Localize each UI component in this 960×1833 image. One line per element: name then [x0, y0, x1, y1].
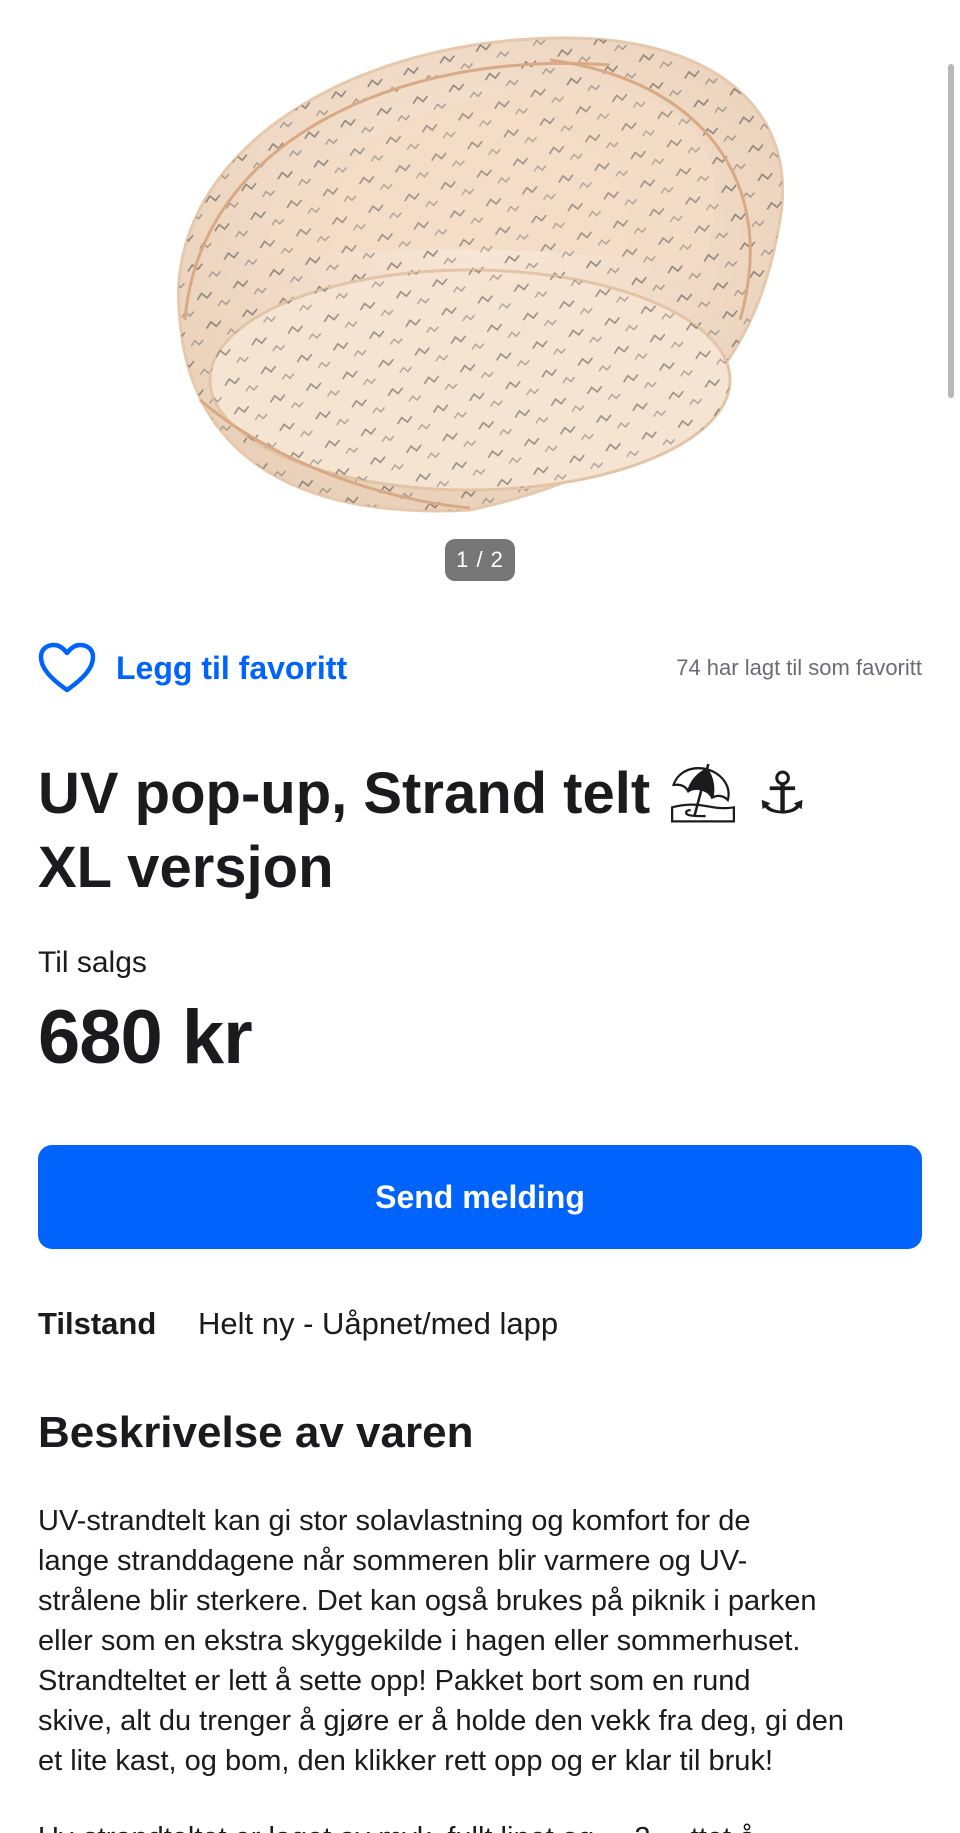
description-line: UV-strandtelt kan gi stor solavlastning …: [38, 1505, 751, 1537]
sale-type-label: Til salgs: [38, 946, 147, 979]
description-line: Strandteltet er lett å sette opp! Pakket…: [38, 1665, 751, 1697]
listing-title: UV pop-up, Strand telt ⛱ ⚓ XL versjon: [38, 756, 898, 905]
listing-title-text: UV pop-up, Strand telt: [38, 761, 651, 826]
condition-label: Tilstand: [38, 1306, 157, 1341]
favorite-row: Legg til favoritt 74 har lagt til som fa…: [38, 638, 922, 698]
image-gallery[interactable]: 1 / 2: [0, 0, 960, 600]
add-favorite-label: Legg til favoritt: [116, 649, 348, 686]
description-line: strålene blir sterkere. Det kan også bru…: [38, 1585, 817, 1617]
scrollbar[interactable]: [948, 64, 954, 398]
condition-row: Tilstand Helt ny - Uåpnet/med lapp: [38, 1306, 558, 1342]
anchor-icon: ⚓: [756, 759, 809, 827]
send-message-button[interactable]: Send melding: [38, 1145, 922, 1249]
image-counter: 1 / 2: [445, 539, 515, 581]
description-heading: Beskrivelse av varen: [38, 1408, 474, 1457]
description-line: eller som en ekstra skyggekilde i hagen …: [38, 1625, 801, 1657]
description-line: lange stranddagene når sommeren blir var…: [38, 1545, 748, 1577]
listing-title-line2: XL versjon: [38, 835, 334, 900]
add-favorite-button[interactable]: Legg til favoritt: [38, 642, 347, 694]
condition-value: Helt ny - Uåpnet/med lapp: [198, 1306, 559, 1341]
product-image[interactable]: [140, 20, 790, 520]
beach-umbrella-icon: ⛱: [666, 759, 740, 827]
description-line: et lite kast, og bom, den klikker rett o…: [38, 1745, 773, 1777]
description-text: UV-strandtelt kan gi stor solavlastning …: [38, 1501, 928, 1781]
description-continued: Uv-strandteltet er laget av myk, fullt l…: [38, 1818, 922, 1833]
heart-icon: [38, 642, 96, 694]
favorite-count: 74 har lagt til som favoritt: [676, 655, 922, 680]
description-line: skive, alt du trenger å gjøre er å holde…: [38, 1705, 845, 1737]
price: 680 kr: [38, 995, 253, 1080]
